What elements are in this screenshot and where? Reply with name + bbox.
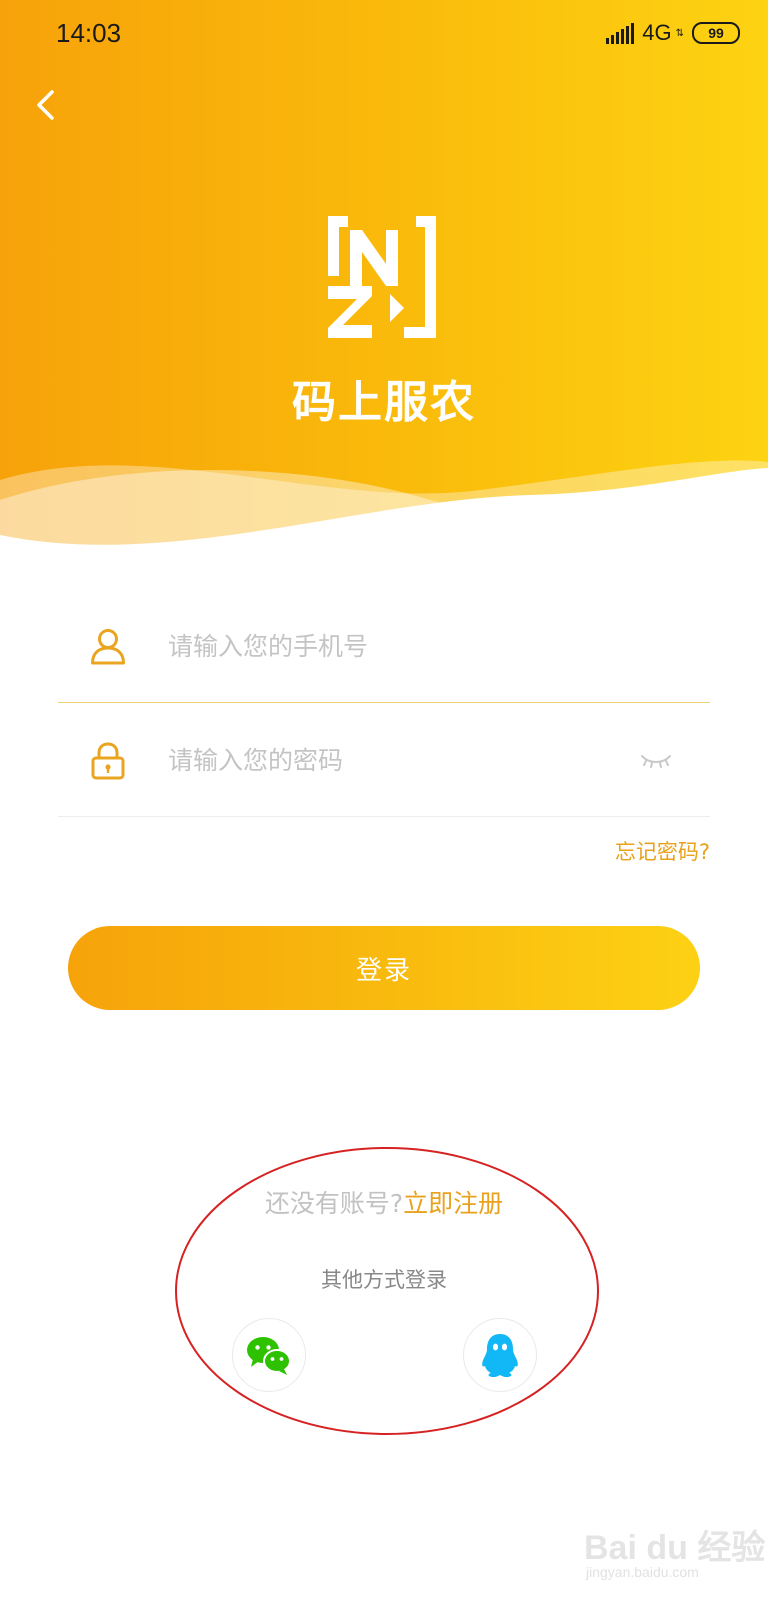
register-link[interactable]: 立即注册	[403, 1189, 503, 1218]
qq-icon	[482, 1334, 518, 1378]
password-field	[58, 706, 710, 817]
wechat-login-button[interactable]	[232, 1318, 306, 1392]
status-bar: 14:03 4G ⇅ 99	[0, 0, 768, 70]
data-activity-icon: ⇅	[675, 27, 684, 39]
login-button[interactable]: 登录	[68, 926, 700, 1010]
qq-login-button[interactable]	[463, 1318, 537, 1392]
back-button[interactable]	[26, 84, 66, 124]
phone-field	[58, 592, 710, 703]
watermark-url: jingyan.baidu.com	[586, 1564, 699, 1580]
battery-icon: 99	[692, 22, 740, 44]
forgot-password-link[interactable]: 忘记密码?	[615, 836, 710, 866]
signal-icon	[606, 22, 635, 44]
register-prompt: 还没有账号?	[264, 1189, 404, 1218]
app-logo	[328, 216, 436, 338]
lock-icon	[91, 742, 125, 780]
status-indicators: 4G ⇅ 99	[606, 20, 740, 46]
login-screen: 14:03 4G ⇅ 99 码上服农 请输入您的手机号 忘记密码? 登录 还没有…	[0, 0, 768, 1600]
register-row: 还没有账号?立即注册	[0, 1184, 768, 1220]
password-input[interactable]	[168, 736, 628, 784]
user-icon	[91, 629, 125, 665]
watermark-brand: Bai du 经验	[584, 1529, 766, 1567]
other-login-label: 其他方式登录	[321, 1268, 447, 1292]
wave-decoration	[0, 460, 768, 570]
header-banner: 14:03 4G ⇅ 99 码上服农	[0, 0, 768, 570]
chevron-left-icon	[37, 90, 54, 120]
watermark: Bai du 经验 jingyan.baidu.com	[584, 1516, 765, 1586]
phone-input[interactable]	[168, 622, 628, 670]
network-type: 4G	[642, 20, 672, 45]
app-name: 码上服农	[292, 377, 476, 428]
wechat-icon	[247, 1337, 291, 1375]
eye-closed-icon[interactable]	[640, 750, 672, 770]
status-time: 14:03	[56, 18, 122, 48]
